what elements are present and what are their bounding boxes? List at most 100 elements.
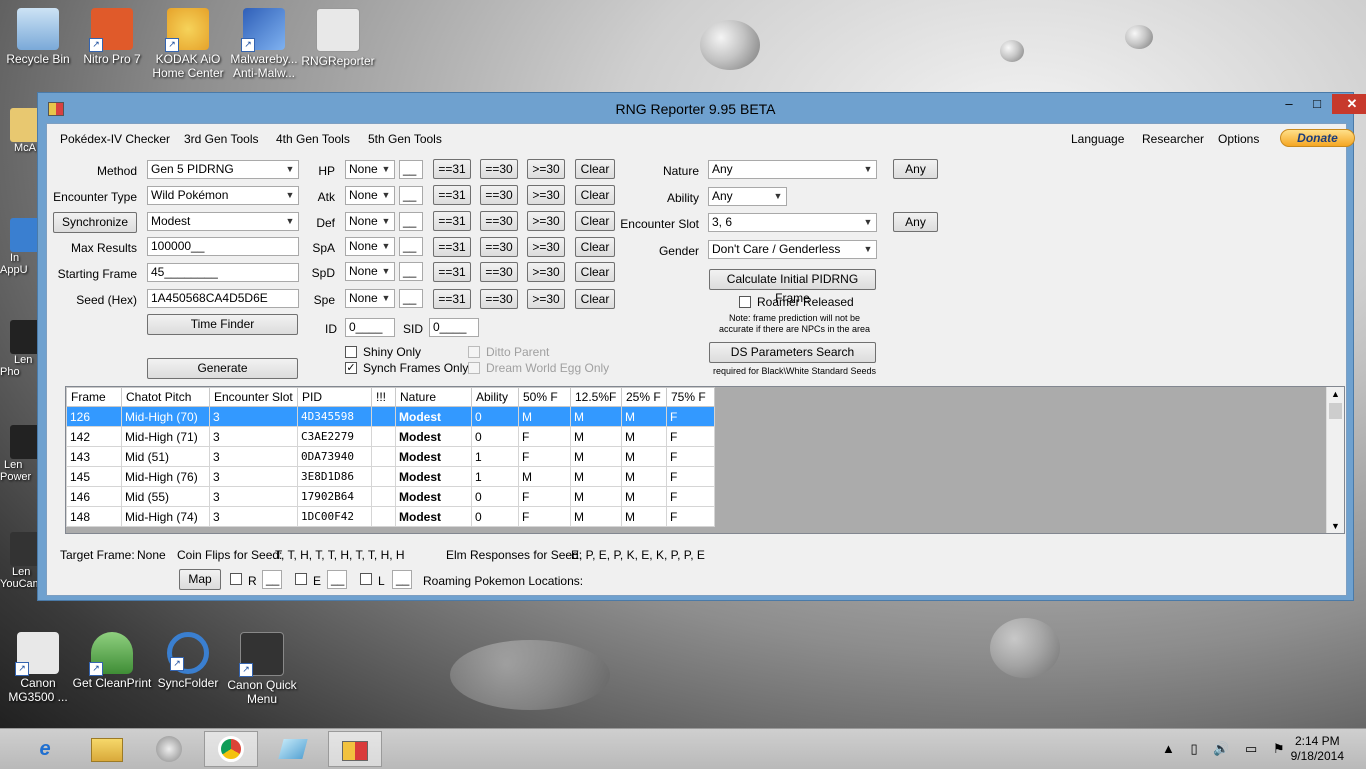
nature-select[interactable]: Any ▼ — [708, 160, 877, 179]
media-player-icon[interactable] — [142, 731, 196, 767]
atk-eq31-button[interactable]: ==31 — [433, 185, 471, 205]
synch-frames-only-checkbox[interactable]: ✓ — [345, 362, 357, 374]
def-eq30-button[interactable]: ==30 — [480, 211, 518, 231]
menu-researcher[interactable]: Researcher — [1142, 132, 1204, 146]
table-row[interactable]: 148 Mid-High (74) 3 1DC00F42 Modest 0 F M M F — [66, 506, 715, 527]
stat-input-spe[interactable]: __ — [399, 289, 423, 308]
close-button[interactable]: ✕ — [1332, 94, 1366, 114]
table-row[interactable]: 126 Mid-High (70) 3 4D345598 Modest 0 M M M F — [66, 406, 715, 427]
desktop-icon-recycle-bin[interactable]: Recycle Bin — [0, 8, 78, 66]
desktop-icon-intel[interactable]: In AppU — [0, 218, 40, 298]
time-finder-button[interactable]: Time Finder — [147, 314, 298, 335]
spd-eq31-button[interactable]: ==31 — [433, 262, 471, 282]
e-input[interactable]: __ — [327, 570, 347, 589]
spd-clear-button[interactable]: Clear — [575, 262, 615, 282]
def-ge30-button[interactable]: >=30 — [527, 211, 565, 231]
column-header-nature[interactable]: Nature — [395, 387, 472, 407]
table-row[interactable]: 146 Mid (55) 3 17902B64 Modest 0 F M M F — [66, 486, 715, 507]
spa-ge30-button[interactable]: >=30 — [527, 237, 565, 257]
sync-nature-select[interactable]: Modest ▼ — [147, 212, 299, 231]
title-bar[interactable]: RNG Reporter 9.95 BETA – □ ✕ — [38, 93, 1366, 123]
spa-eq31-button[interactable]: ==31 — [433, 237, 471, 257]
atk-eq30-button[interactable]: ==30 — [480, 185, 518, 205]
desktop-icon-kodak[interactable]: ↗ KODAK AiO Home Center — [148, 8, 228, 80]
l-checkbox[interactable] — [360, 573, 372, 585]
r-input[interactable]: __ — [262, 570, 282, 589]
l-input[interactable]: __ — [392, 570, 412, 589]
desktop-icon-mcafee[interactable]: McA — [0, 108, 40, 168]
table-row[interactable]: 142 Mid-High (71) 3 C3AE2279 Modest 0 F M M F — [66, 426, 715, 447]
e-checkbox[interactable] — [295, 573, 307, 585]
generate-button[interactable]: Generate — [147, 358, 298, 379]
spe-eq31-button[interactable]: ==31 — [433, 289, 471, 309]
desktop-icon-malwarebytes[interactable]: ↗ Malwareby... Anti-Malw... — [224, 8, 304, 80]
encounter-slot-select[interactable]: 3, 6 ▼ — [708, 213, 877, 232]
column-header-pid[interactable]: PID — [297, 387, 372, 407]
minimize-button[interactable]: – — [1276, 94, 1302, 114]
seed-input[interactable]: 1A450568CA4D5D6E — [147, 289, 299, 308]
menu-3rd-gen-tools[interactable]: 3rd Gen Tools — [184, 132, 259, 146]
r-checkbox[interactable] — [230, 573, 242, 585]
glass-app-icon[interactable] — [266, 731, 320, 767]
stat-input-spd[interactable]: __ — [399, 262, 423, 281]
dream-world-egg-checkbox[interactable] — [468, 362, 480, 374]
stat-input-def[interactable]: __ — [399, 212, 423, 231]
calculate-initial-frame-button[interactable]: Calculate Initial PIDRNG Frame — [709, 269, 876, 305]
hp-eq31-button[interactable]: ==31 — [433, 159, 471, 179]
ability-select[interactable]: Any ▼ — [708, 187, 787, 206]
column-header-chatot-pitch[interactable]: Chatot Pitch — [121, 387, 210, 407]
method-select[interactable]: Gen 5 PIDRNG ▼ — [147, 160, 299, 179]
maximize-button[interactable]: □ — [1304, 94, 1330, 114]
system-tray-icons[interactable]: ▲ ▯ 🔊 ▭ ⚑ — [1162, 741, 1291, 757]
column-header-12-5f[interactable]: 12.5%F — [570, 387, 622, 407]
roamer-released-checkbox[interactable] — [739, 296, 751, 308]
scroll-down-icon[interactable]: ▼ — [1327, 521, 1344, 531]
stat-input-spa[interactable]: __ — [399, 237, 423, 256]
encounter-type-select[interactable]: Wild Pokémon ▼ — [147, 186, 299, 205]
taskbar-clock[interactable]: 2:14 PM 9/18/2014 — [1291, 734, 1344, 764]
stat-compare-atk[interactable]: None ▼ — [345, 186, 395, 205]
desktop-icon-cleanprint[interactable]: ↗ Get CleanPrint — [72, 632, 152, 690]
map-button[interactable]: Map — [179, 569, 221, 590]
menu-5th-gen-tools[interactable]: 5th Gen Tools — [368, 132, 442, 146]
id-input[interactable]: 0____ — [345, 318, 395, 337]
table-row[interactable]: 145 Mid-High (76) 3 3E8D1D86 Modest 1 M M M F — [66, 466, 715, 487]
menu-options[interactable]: Options — [1218, 132, 1259, 146]
menu-4th-gen-tools[interactable]: 4th Gen Tools — [276, 132, 350, 146]
stat-compare-spe[interactable]: None ▼ — [345, 289, 395, 308]
ds-parameters-search-button[interactable]: DS Parameters Search — [709, 342, 876, 363]
hp-ge30-button[interactable]: >=30 — [527, 159, 565, 179]
synchronize-button[interactable]: Synchronize — [53, 212, 137, 233]
rngreporter-taskbar-icon[interactable] — [328, 731, 382, 767]
chrome-icon[interactable] — [204, 731, 258, 767]
internet-explorer-icon[interactable]: e — [18, 731, 72, 767]
menu-language[interactable]: Language — [1071, 132, 1124, 146]
column-header-frame[interactable]: Frame — [66, 387, 122, 407]
spe-eq30-button[interactable]: ==30 — [480, 289, 518, 309]
column-header-ability[interactable]: Ability — [471, 387, 519, 407]
spa-eq30-button[interactable]: ==30 — [480, 237, 518, 257]
desktop-icon-lenovo-photo[interactable]: Len Pho — [0, 320, 40, 400]
stat-input-hp[interactable]: __ — [399, 160, 423, 179]
spe-ge30-button[interactable]: >=30 — [527, 289, 565, 309]
hp-eq30-button[interactable]: ==30 — [480, 159, 518, 179]
column-header-25f[interactable]: 25% F — [621, 387, 667, 407]
desktop-icon-lenovo-power[interactable]: Len Power — [0, 425, 40, 505]
gender-select[interactable]: Don't Care / Genderless ▼ — [708, 240, 877, 259]
desktop-icon-canon-mg3500[interactable]: ↗ Canon MG3500 ... — [0, 632, 78, 704]
desktop-icon-lenovo-youcam[interactable]: Len YouCam — [0, 532, 40, 612]
column-header-75f[interactable]: 75% F — [666, 387, 715, 407]
starting-frame-input[interactable]: 45________ — [147, 263, 299, 282]
file-explorer-icon[interactable] — [80, 731, 134, 767]
spe-clear-button[interactable]: Clear — [575, 289, 615, 309]
def-eq31-button[interactable]: ==31 — [433, 211, 471, 231]
shiny-only-checkbox[interactable] — [345, 346, 357, 358]
column-header-50f[interactable]: 50% F — [518, 387, 571, 407]
stat-compare-spd[interactable]: None ▼ — [345, 262, 395, 281]
desktop-icon-nitro[interactable]: ↗ Nitro Pro 7 — [72, 8, 152, 66]
results-vertical-scrollbar[interactable]: ▲ ▼ — [1326, 387, 1344, 533]
menu-pokedex-iv-checker[interactable]: Pokédex-IV Checker — [60, 132, 170, 146]
results-grid[interactable]: Frame Chatot Pitch Encounter Slot PID !!… — [65, 386, 1345, 534]
encounter-slot-any-button[interactable]: Any — [893, 212, 938, 232]
column-header-shiny[interactable]: !!! — [371, 387, 396, 407]
